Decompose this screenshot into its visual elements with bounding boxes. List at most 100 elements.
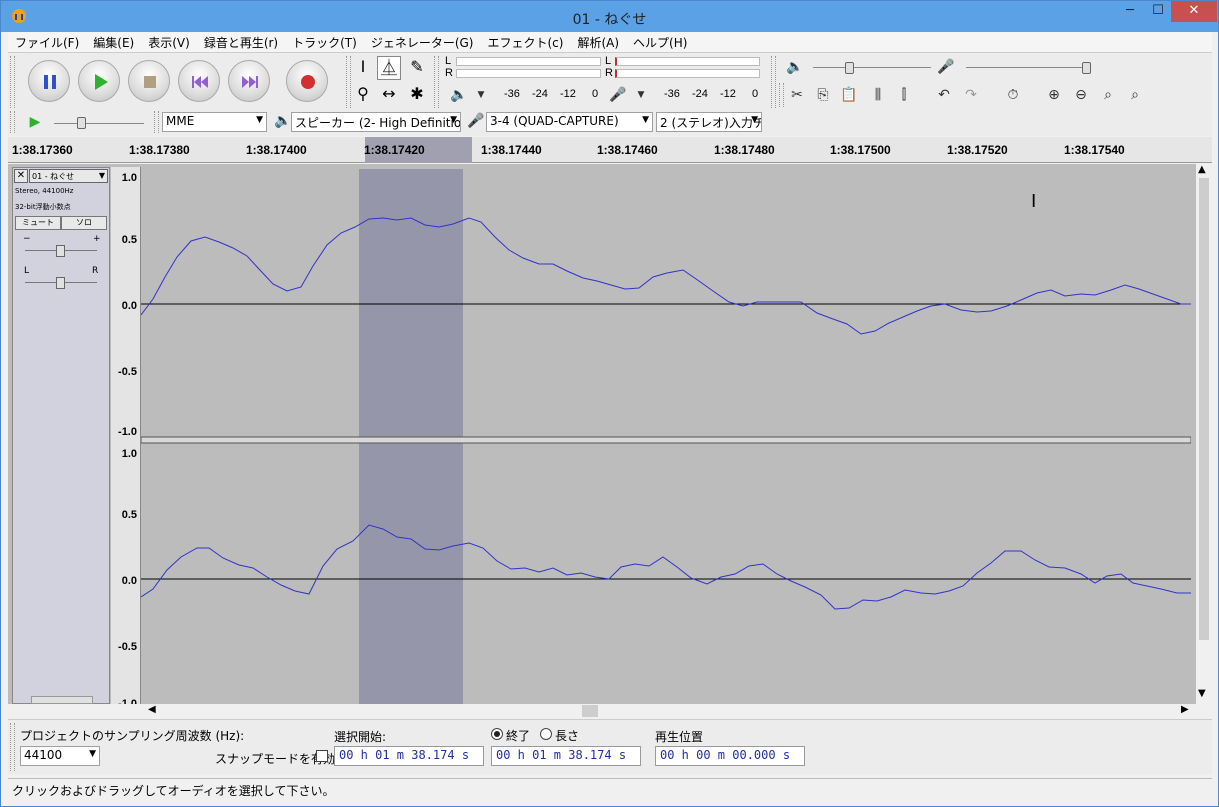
minimize-button[interactable]: ─ [1115, 1, 1145, 22]
menu-analyze[interactable]: 解析(A) [570, 32, 626, 52]
output-device-select[interactable]: スピーカー (2- High Definitio ▼ [291, 112, 461, 132]
zoom-tool-icon[interactable]: ⚲ [351, 83, 375, 107]
skip-end-button[interactable] [228, 60, 270, 102]
silence-icon[interactable]: ⫿ [891, 83, 917, 107]
pan-slider-thumb[interactable] [56, 277, 65, 289]
rec-meter-right [615, 69, 760, 78]
menu-help[interactable]: ヘルプ(H) [626, 32, 694, 52]
scroll-up-icon[interactable]: ▲ [1198, 164, 1206, 175]
project-rate-label: プロジェクトのサンプリング周波数 (Hz): [20, 729, 245, 743]
scale-label: 0.5 [121, 509, 137, 521]
envelope-tool-icon[interactable]: ⏅ [377, 56, 401, 80]
title-bar: 01 - ねぐせ ─ ☐ ✕ [1, 1, 1218, 32]
rec-meter-dropdown-icon[interactable]: ▼ [628, 83, 654, 107]
rec-meter-left [615, 57, 760, 66]
stop-button[interactable] [128, 60, 170, 102]
multi-tool-icon[interactable]: ✱ [405, 83, 429, 107]
copy-icon[interactable]: ⎘ [810, 83, 836, 107]
play-tick-36: -36 [504, 88, 520, 100]
mixer-grip[interactable] [771, 56, 776, 108]
paste-icon[interactable]: 📋 [836, 83, 862, 107]
play-tick-12: -12 [560, 88, 576, 100]
selection-start-field[interactable]: 00 h 01 m 38.174 s [334, 746, 484, 766]
zoom-in-icon[interactable]: ⊕ [1041, 83, 1067, 107]
project-rate-select[interactable]: 44100 ▼ [20, 746, 100, 766]
track-name-menu[interactable]: 01 - ねぐせ ▼ [29, 169, 108, 183]
menu-edit[interactable]: 編集(E) [86, 32, 141, 52]
playback-volume-thumb[interactable] [845, 62, 854, 74]
selection-end-field[interactable]: 00 h 01 m 38.174 s [491, 746, 641, 766]
toolbar-grip[interactable] [10, 56, 15, 108]
horizontal-scrollbar[interactable]: ◀ ▶ [8, 704, 1212, 718]
track-menu-dropdown-icon: ▼ [98, 171, 105, 180]
menu-generate[interactable]: ジェネレーター(G) [364, 32, 481, 52]
device-grip[interactable] [154, 111, 159, 133]
play-button[interactable] [78, 60, 120, 102]
gain-plus-label: + [93, 234, 101, 244]
play-speed-slider[interactable] [54, 123, 144, 124]
timeline-ruler[interactable]: 1:38.17360 1:38.17380 1:38.17400 1:38.17… [8, 137, 1212, 163]
app-window: 01 - ねぐせ ─ ☐ ✕ ファイル(F) 編集(E) 表示(V) 録音と再生… [0, 0, 1219, 807]
length-radio[interactable] [540, 728, 552, 740]
pause-button[interactable] [28, 60, 70, 102]
mute-button[interactable]: ミュート [15, 216, 61, 230]
play-meter-left [456, 57, 601, 66]
track-info-rate: Stereo, 44100Hz [15, 187, 74, 195]
vertical-scroll-thumb[interactable] [1199, 178, 1209, 640]
input-channels-select[interactable]: 2 (ステレオ)入力チ ▼ [656, 112, 762, 132]
selection-grip[interactable] [10, 723, 15, 771]
vertical-scale[interactable]: 1.0 0.5 0.0 -0.5 -1.0 1.0 0.5 0.0 -0.5 -… [111, 167, 141, 710]
menu-transport[interactable]: 録音と再生(r) [197, 32, 285, 52]
audio-position-field[interactable]: 00 h 00 m 00.000 s [655, 746, 805, 766]
waveform-display[interactable]: I [141, 169, 1191, 704]
timeshift-tool-icon[interactable]: ↔ [377, 83, 401, 107]
skip-start-button[interactable] [178, 60, 220, 102]
zoom-out-icon[interactable]: ⊖ [1068, 83, 1094, 107]
recording-volume-slider[interactable] [966, 67, 1086, 68]
maximize-button[interactable]: ☐ [1143, 1, 1173, 22]
undo-icon[interactable]: ↶ [931, 83, 957, 107]
track-collapse-button[interactable] [31, 696, 93, 704]
track-close-icon[interactable]: ✕ [14, 169, 28, 183]
play-tick-24: -24 [532, 88, 548, 100]
scale-label: 0.0 [121, 300, 137, 312]
scroll-down-icon[interactable]: ▼ [1198, 688, 1206, 699]
fit-selection-icon[interactable]: ⌕ [1095, 83, 1121, 107]
scroll-left-icon[interactable]: ◀ [148, 704, 156, 715]
solo-button[interactable]: ソロ [61, 216, 107, 230]
vertical-scrollbar[interactable]: ▲ ▼ [1196, 164, 1212, 704]
input-device-select[interactable]: 3-4 (QUAD-CAPTURE) ▼ [486, 112, 653, 132]
draw-tool-icon[interactable]: ✎ [405, 56, 429, 80]
cut-icon[interactable]: ✂ [784, 83, 810, 107]
play-at-speed-icon[interactable]: ▶ [22, 110, 48, 134]
redo-icon[interactable]: ↷ [958, 83, 984, 107]
record-button[interactable] [286, 60, 328, 102]
gain-minus-label: − [23, 234, 31, 244]
trim-icon[interactable]: ⫼ [865, 83, 891, 107]
ruler-label: 1:38.17520 [947, 143, 1008, 157]
meter-grip[interactable] [434, 56, 439, 108]
menu-view[interactable]: 表示(V) [141, 32, 197, 52]
end-radio[interactable] [491, 728, 503, 740]
menu-tracks[interactable]: トラック(T) [285, 32, 364, 52]
play-meter-dropdown-icon[interactable]: ▼ [468, 83, 494, 107]
transcription-grip[interactable] [10, 111, 15, 133]
fit-project-icon[interactable]: ⌕ [1122, 83, 1148, 107]
menu-file[interactable]: ファイル(F) [8, 32, 86, 52]
horizontal-scroll-thumb[interactable] [582, 705, 598, 717]
menu-effect[interactable]: エフェクト(c) [481, 32, 571, 52]
sync-lock-icon[interactable]: ⏱ [1000, 83, 1026, 107]
play-speed-thumb[interactable] [77, 117, 86, 129]
close-button[interactable]: ✕ [1171, 1, 1217, 22]
gain-slider-thumb[interactable] [56, 245, 65, 257]
rec-tick-24: -24 [692, 88, 708, 100]
recording-volume-thumb[interactable] [1082, 62, 1091, 74]
toolbar-area: I ⏅ ✎ ⚲ ↔ ✱ L R L R 🔈 ▼ -36 -24 -12 0 🎤 … [8, 52, 1212, 136]
snap-mode-checkbox[interactable] [316, 750, 328, 762]
selection-tool-icon[interactable]: I [351, 56, 375, 80]
audio-host-select[interactable]: MME ▼ [162, 112, 267, 132]
scroll-right-icon[interactable]: ▶ [1181, 704, 1189, 715]
recording-volume-icon: 🎤 [937, 59, 955, 75]
rec-meter-right-label: R [605, 67, 613, 79]
playback-volume-slider[interactable] [813, 67, 931, 68]
